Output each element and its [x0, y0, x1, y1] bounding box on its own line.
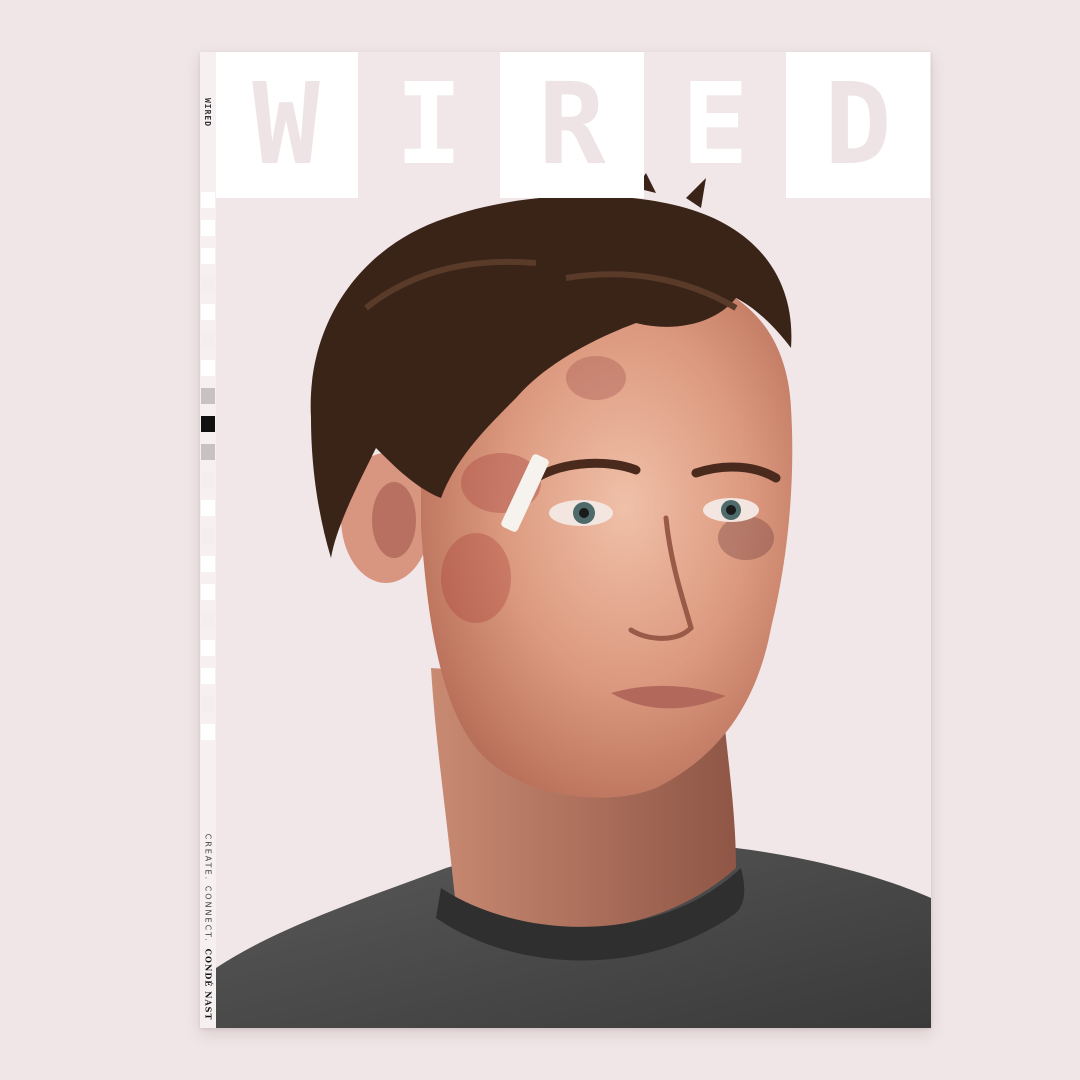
spine-logo: WIRED [203, 97, 213, 127]
masthead-letter-w: W [214, 52, 358, 198]
masthead-letter-d: D [786, 52, 930, 198]
spine-color-bar [201, 192, 215, 752]
wired-masthead: W I R E D [214, 52, 930, 198]
masthead-letter-e: E [681, 60, 749, 190]
masthead-letter-r: R [500, 52, 644, 198]
tagline-text: CREATE. CONNECT. [203, 833, 212, 943]
cover-portrait [216, 173, 931, 1028]
conde-nast-logo: CONDÉ NAST [203, 948, 213, 1021]
page-background: W I R E D WIRED CREATE. CONNECT.CONDÉ NA… [0, 0, 1080, 1080]
cover-spine: WIRED CREATE. CONNECT.CONDÉ NAST [200, 52, 216, 1028]
magazine-cover: W I R E D WIRED CREATE. CONNECT.CONDÉ NA… [200, 52, 931, 1028]
spine-tagline: CREATE. CONNECT. CONDÉ NAST [200, 832, 216, 1022]
masthead-letter-i: I [395, 60, 463, 190]
